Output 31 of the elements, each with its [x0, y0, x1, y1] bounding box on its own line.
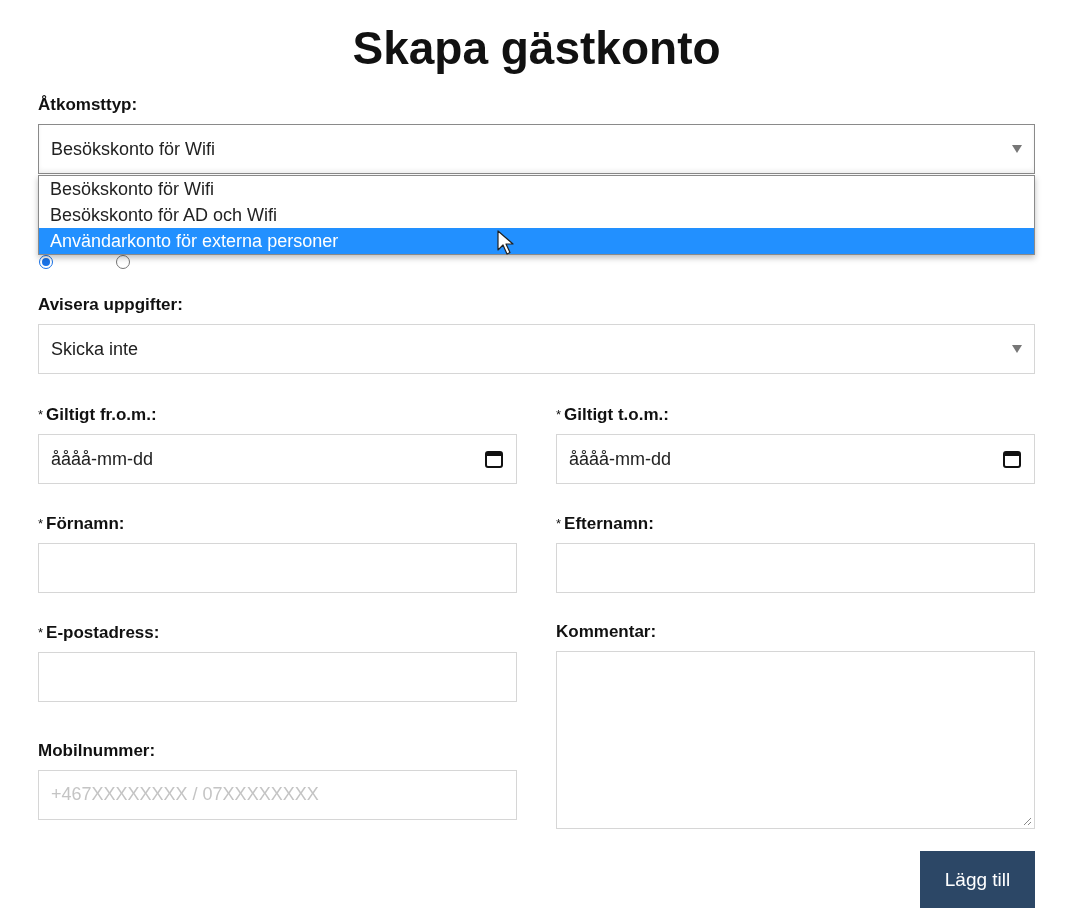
caret-icon — [1012, 145, 1022, 153]
access-type-select[interactable]: Besökskonto för Wifi — [38, 124, 1035, 174]
field-label: Avisera uppgifter: — [38, 294, 183, 316]
input-field[interactable] — [38, 543, 517, 593]
input-field[interactable] — [556, 543, 1035, 593]
caret-icon — [1012, 345, 1022, 353]
field-label: Kommentar: — [556, 621, 657, 643]
required-mark: * — [556, 406, 562, 424]
field-label: Mobilnummer: — [38, 739, 156, 762]
field-label: E-postadress: — [46, 621, 160, 644]
required-mark: * — [38, 406, 44, 424]
page-title: Skapa gästkonto — [351, 21, 722, 76]
notify-select[interactable]: Skicka inte — [38, 324, 1035, 374]
dropdown-option[interactable]: Besökskonto för AD och Wifi — [39, 202, 1034, 228]
dropdown-option[interactable]: Besökskonto för Wifi — [39, 176, 1034, 202]
required-mark: * — [38, 624, 44, 642]
field-label: Åtkomsttyp: — [38, 94, 138, 116]
field-label: Giltigt t.o.m.: — [564, 403, 669, 426]
required-mark: * — [556, 515, 562, 533]
date-field[interactable]: åååå-mm-dd — [38, 434, 517, 484]
required-mark: * — [38, 515, 44, 533]
comment-field[interactable] — [556, 651, 1035, 829]
field-label: Efternamn: — [564, 512, 654, 535]
calendar-icon[interactable] — [1002, 449, 1022, 469]
calendar-icon[interactable] — [484, 449, 504, 469]
date-field[interactable]: åååå-mm-dd — [556, 434, 1035, 484]
field-label: Förnamn: — [46, 512, 125, 535]
field-label: Giltigt fr.o.m.: — [46, 403, 157, 426]
add-button[interactable]: Lägg till — [920, 851, 1035, 908]
resize-grip-icon[interactable] — [1022, 816, 1032, 826]
input-field[interactable] — [38, 652, 517, 702]
